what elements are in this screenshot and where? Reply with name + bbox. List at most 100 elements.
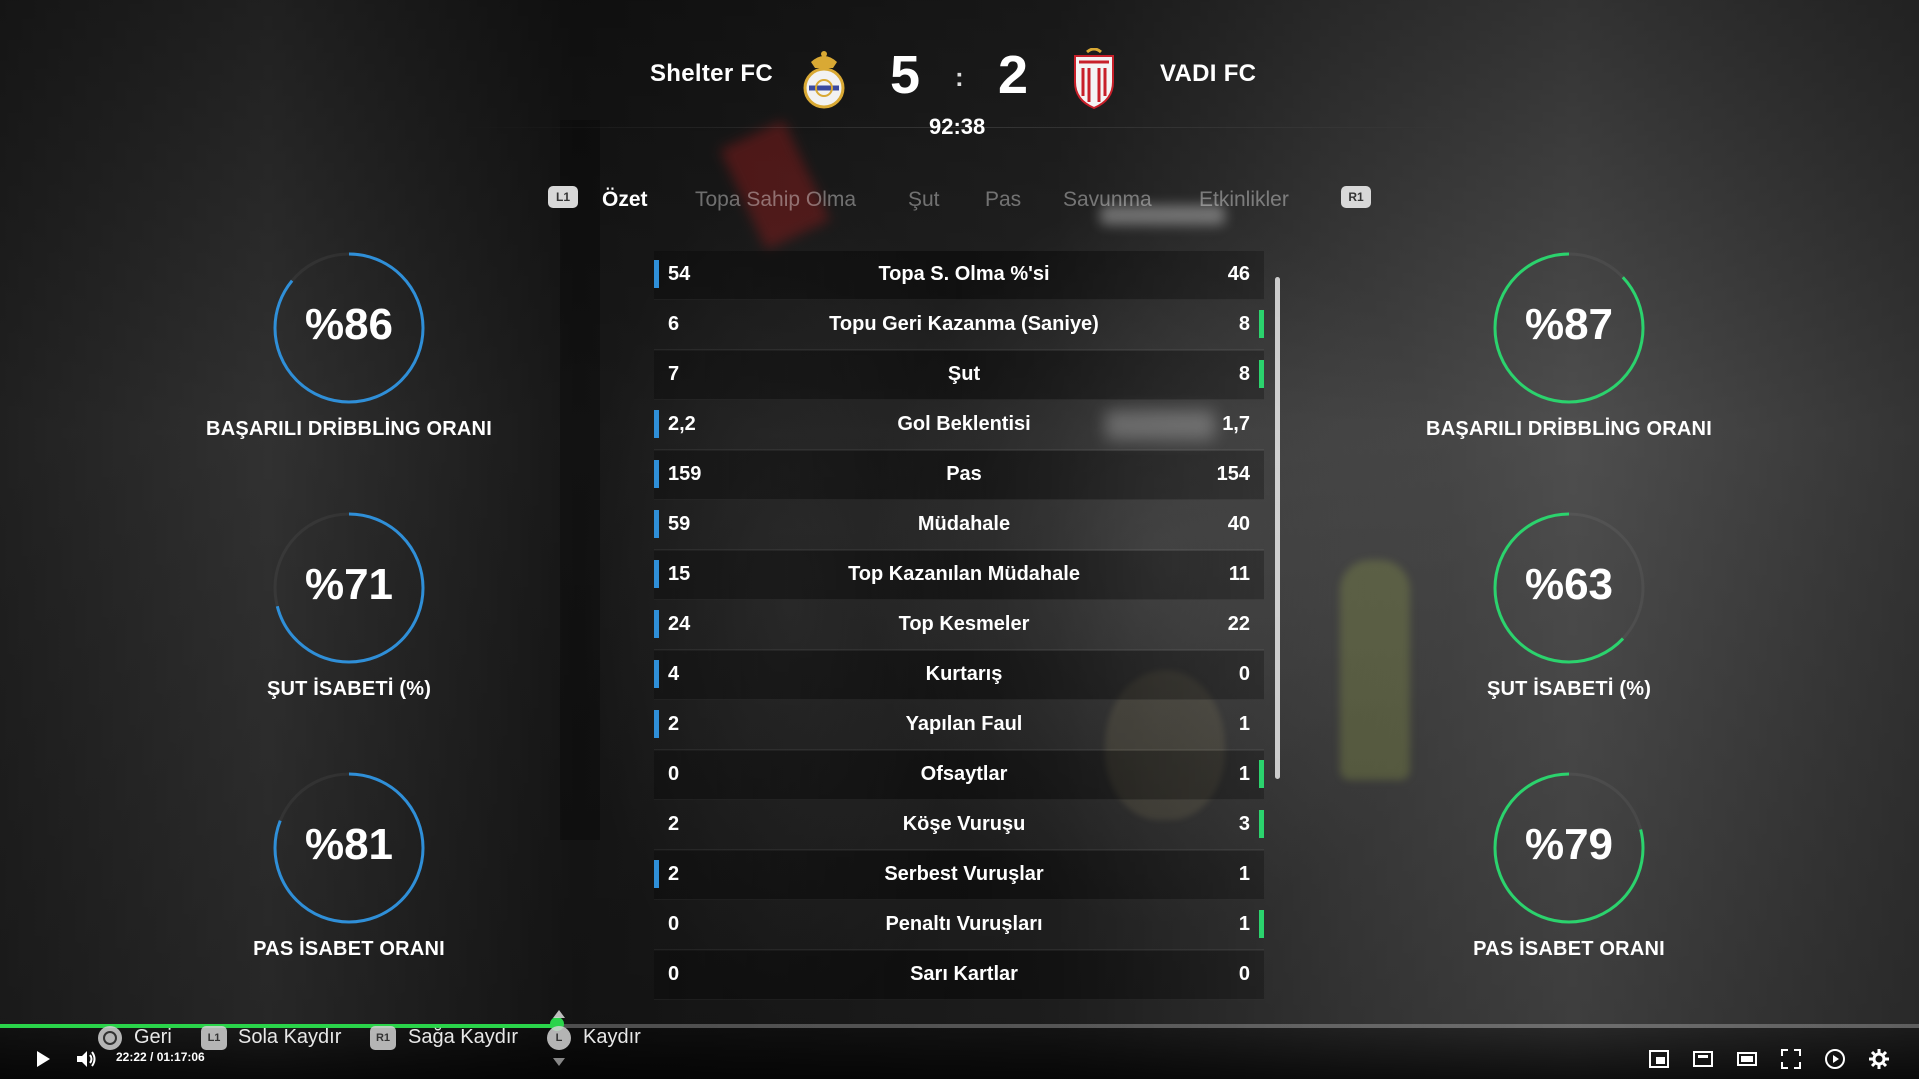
away-gauge-label: ŞUT İSABETİ (%) (1486, 678, 1652, 700)
away-lead-bar (1259, 810, 1264, 838)
home-gauge-label: ŞUT İSABETİ (%) (266, 678, 432, 700)
away-lead-bar (1259, 360, 1264, 388)
stat-home-value: 59 (668, 513, 691, 535)
away-gauge-value: %63 (1524, 560, 1614, 609)
away-lead-bar (1259, 310, 1264, 338)
stat-label: Topu Geri Kazanma (Saniye) (829, 313, 1099, 335)
stat-away-value: 0 (1238, 963, 1250, 985)
away-lead-bar (1259, 910, 1264, 938)
away-lead-bar (1259, 760, 1264, 788)
stat-home-value: 2,2 (668, 413, 696, 435)
autoplay-icon[interactable] (1822, 1046, 1848, 1072)
home-lead-bar (654, 660, 659, 688)
stat-row: 6 Topu Geri Kazanma (Saniye) 8 (654, 301, 1264, 350)
stat-home-value: 7 (668, 363, 680, 385)
stat-label: Topa S. Olma %'si (878, 263, 1050, 285)
stat-row: 54 Topa S. Olma %'si 46 (654, 251, 1264, 300)
stats-scrollbar[interactable] (1275, 277, 1280, 779)
stat-label: Sarı Kartlar (910, 963, 1018, 985)
home-gauge-label: PAS İSABET ORANI (253, 938, 445, 960)
tab-6[interactable]: Etkinlikler (1199, 188, 1289, 212)
back-hint[interactable]: Geri (134, 1026, 172, 1049)
stat-home-value: 4 (668, 663, 680, 685)
play-icon[interactable] (29, 1046, 55, 1072)
stat-label: Ofsaytlar (920, 763, 1008, 785)
stat-home-value: 0 (668, 963, 680, 985)
theater-icon[interactable] (1734, 1046, 1760, 1072)
away-gauge-value: %79 (1524, 820, 1614, 869)
stat-home-value: 2 (668, 813, 680, 835)
stat-label: Penaltı Vuruşları (885, 913, 1043, 935)
stat-row: 159 Pas 154 (654, 451, 1264, 500)
stat-label: Yapılan Faul (905, 713, 1023, 735)
stat-away-value: 1 (1238, 913, 1250, 935)
score-separator: : (955, 62, 964, 92)
stat-label: Köşe Vuruşu (902, 813, 1026, 835)
home-team-name: Shelter FC (650, 60, 774, 87)
stat-away-value: 1 (1238, 763, 1250, 785)
background-door (560, 120, 600, 840)
away-gauge-label: BAŞARILI DRİBBLİNG ORANI (1426, 418, 1712, 440)
stat-row: 7 Şut 8 (654, 351, 1264, 400)
l-stick-icon: L (547, 1026, 571, 1050)
stat-row: 24 Top Kesmeler 22 (654, 601, 1264, 650)
stat-away-value: 8 (1238, 313, 1250, 335)
background-figure (1340, 560, 1410, 780)
scroll-left-hint[interactable]: Sola Kaydır (238, 1026, 341, 1049)
stats-table: 54 Topa S. Olma %'si 46 6 Topu Geri Kazanma … (654, 251, 1264, 1001)
stat-home-value: 0 (668, 763, 680, 785)
away-team-name: VADI FC (1160, 60, 1257, 87)
stat-row: 2 Serbest Vuruşlar 1 (654, 851, 1264, 900)
home-gauge-value: %86 (304, 300, 394, 349)
stat-away-value: 46 (1227, 263, 1250, 285)
miniplayer-icon[interactable] (1646, 1046, 1672, 1072)
home-crest-icon (803, 51, 845, 109)
stat-home-value: 2 (668, 713, 680, 735)
stat-row: 0 Sarı Kartlar 0 (654, 951, 1264, 1000)
stat-away-value: 11 (1228, 563, 1250, 585)
settings-icon[interactable] (1866, 1046, 1892, 1072)
home-gauge-label: BAŞARILI DRİBBLİNG ORANI (206, 418, 492, 440)
stat-row: 59 Müdahale 40 (654, 501, 1264, 550)
r1-hint-icon: R1 (370, 1026, 396, 1050)
stat-label: Kurtarış (925, 663, 1003, 685)
stat-away-value: 0 (1238, 663, 1250, 685)
tab-1[interactable]: Özet (602, 188, 648, 212)
stat-row: 2 Köşe Vuruşu 3 (654, 801, 1264, 850)
tab-2[interactable]: Topa Sahip Olma (695, 188, 856, 212)
away-score: 2 (998, 45, 1029, 105)
stat-label: Serbest Vuruşlar (884, 863, 1044, 885)
stat-home-value: 6 (668, 313, 680, 335)
stat-away-value: 1,7 (1222, 413, 1250, 435)
stat-label: Top Kesmeler (898, 613, 1030, 635)
away-crest-icon (1074, 48, 1114, 110)
home-lead-bar (654, 710, 659, 738)
tab-3[interactable]: Şut (908, 188, 940, 212)
tab-5[interactable]: Savunma (1063, 188, 1152, 212)
stat-home-value: 24 (668, 613, 691, 635)
home-score: 5 (890, 45, 921, 105)
scroll-hint[interactable]: Kaydır (583, 1026, 641, 1049)
circle-button-icon (98, 1026, 122, 1050)
home-gauge-value: %71 (304, 560, 394, 609)
stat-away-value: 1 (1238, 863, 1250, 885)
scroll-right-hint[interactable]: Sağa Kaydır (408, 1026, 518, 1049)
video-time: 22:22 / 01:17:06 (116, 1050, 205, 1064)
away-gauge-value: %87 (1524, 300, 1614, 349)
r1-button-icon[interactable]: R1 (1341, 186, 1371, 208)
stat-row: 0 Penaltı Vuruşları 1 (654, 901, 1264, 950)
tab-4[interactable]: Pas (985, 188, 1021, 212)
home-lead-bar (654, 610, 659, 638)
volume-icon[interactable] (73, 1046, 99, 1072)
stat-row: 4 Kurtarış 0 (654, 651, 1264, 700)
stat-home-value: 0 (668, 913, 680, 935)
home-lead-bar (654, 860, 659, 888)
stat-home-value: 159 (668, 463, 702, 485)
fullscreen-icon[interactable] (1778, 1046, 1804, 1072)
cast-icon[interactable] (1690, 1046, 1716, 1072)
stat-label: Pas (946, 463, 982, 485)
l1-button-icon[interactable]: L1 (548, 186, 578, 208)
home-lead-bar (654, 410, 659, 438)
stat-label: Gol Beklentisi (897, 413, 1031, 435)
home-lead-bar (654, 260, 659, 288)
